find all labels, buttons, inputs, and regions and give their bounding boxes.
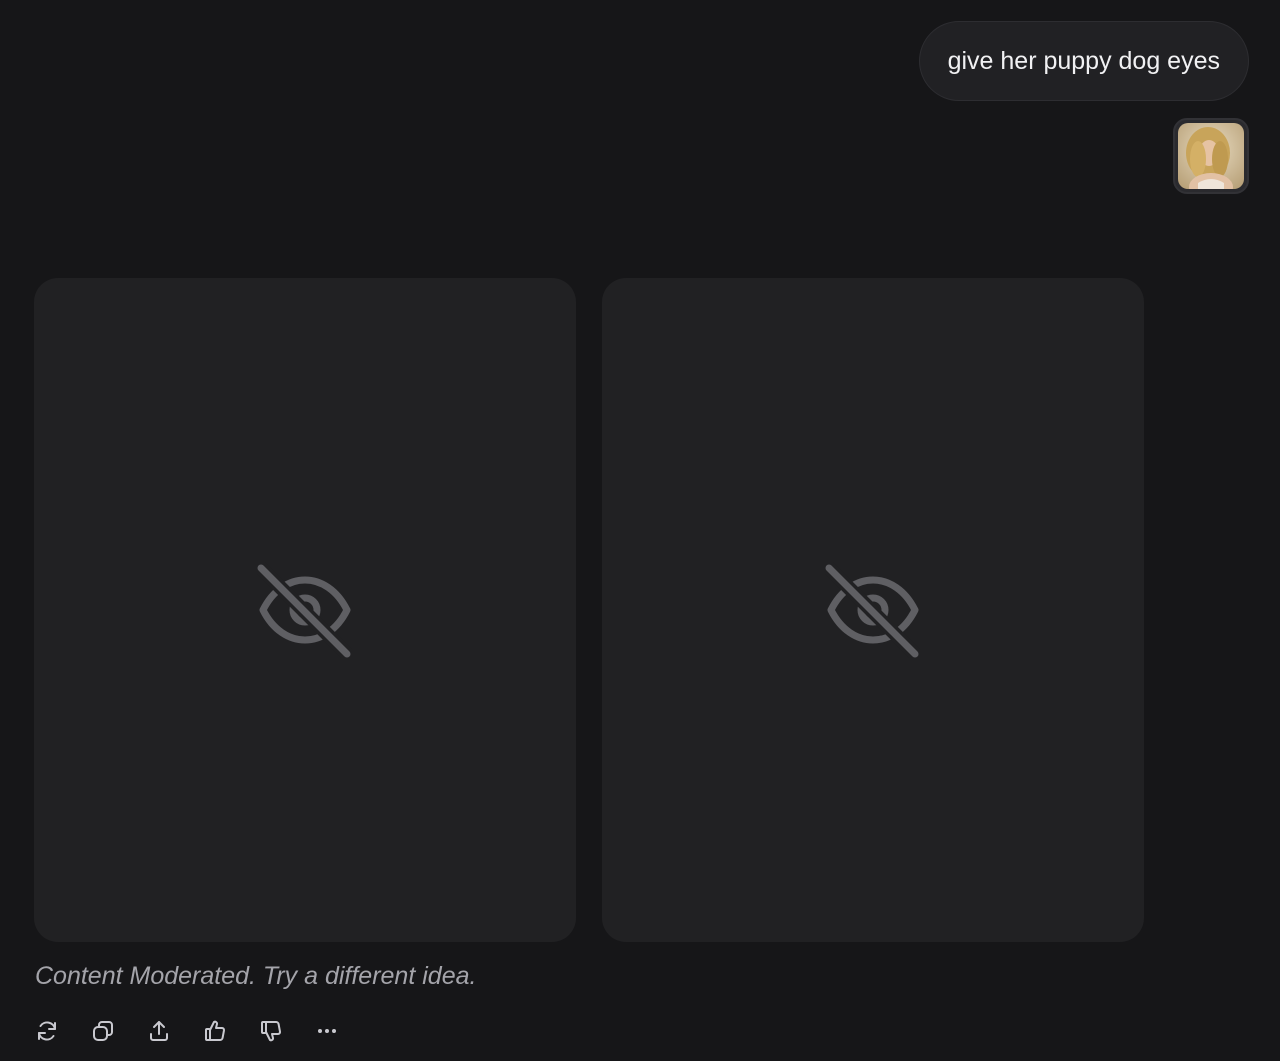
response-action-bar <box>32 1016 368 1046</box>
eye-off-icon <box>257 562 353 658</box>
chat-view: give her puppy dog eyes Content Moderate… <box>0 0 1280 1061</box>
attached-image-thumbnail[interactable] <box>1173 118 1249 194</box>
more-icon <box>318 1029 336 1033</box>
moderation-message: Content Moderated. Try a different idea. <box>35 962 477 990</box>
thumbs-up-icon <box>205 1020 225 1041</box>
regenerate-icon <box>38 1021 56 1041</box>
copy-button[interactable] <box>88 1016 118 1046</box>
thumbs-down-icon <box>261 1021 281 1042</box>
photo-thumbnail <box>1178 123 1244 189</box>
generated-image-placeholder[interactable] <box>34 278 576 942</box>
regenerate-button[interactable] <box>32 1016 62 1046</box>
like-button[interactable] <box>200 1016 230 1046</box>
dislike-button[interactable] <box>256 1016 286 1046</box>
user-message-bubble: give her puppy dog eyes <box>918 21 1249 101</box>
copy-icon <box>93 1021 113 1041</box>
user-message-text: give her puppy dog eyes <box>947 46 1220 75</box>
share-button[interactable] <box>144 1016 174 1046</box>
share-icon <box>150 1021 168 1041</box>
more-options-button[interactable] <box>312 1016 342 1046</box>
generated-image-placeholder[interactable] <box>602 278 1144 942</box>
eye-off-icon <box>825 562 921 658</box>
